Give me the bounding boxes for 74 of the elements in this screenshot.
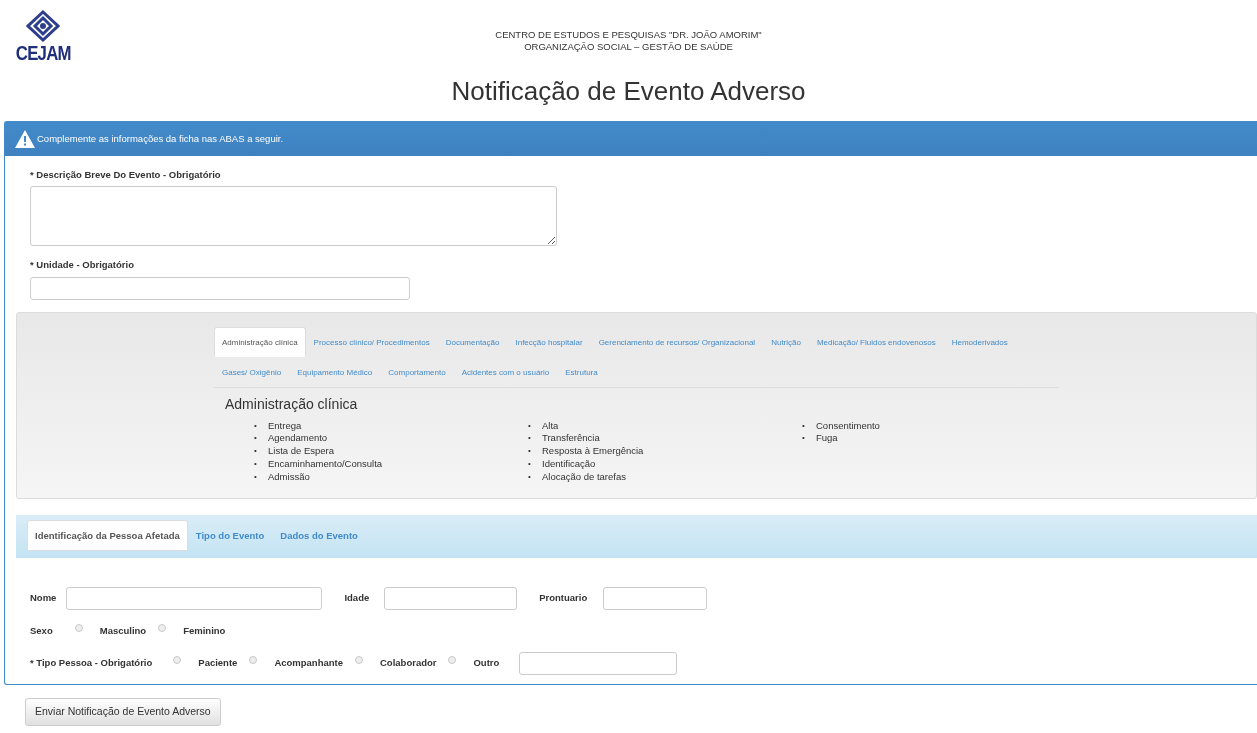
category-tab[interactable]: Nutrição (763, 326, 809, 357)
bullet: • (254, 419, 258, 432)
radio-button[interactable] (74, 623, 83, 632)
alert-message: Complemente as informações da ficha nas ABAS a seguir. (37, 131, 284, 146)
bullet: • (254, 470, 258, 483)
radio-button[interactable] (173, 656, 182, 665)
category-tab[interactable]: Medicação/ Fluidos endovenosos (808, 326, 944, 357)
category-tab[interactable]: Administração clínica (214, 326, 306, 357)
category-tab[interactable]: Hemoderivados (943, 326, 1016, 357)
logo-text: CEJAM (15, 42, 71, 63)
organization-name: CENTRO DE ESTUDOS E PESQUISAS "DR. JOÃO AMORIM" (495, 29, 762, 41)
option-label: Acompanhante (274, 656, 343, 671)
bullet: • (528, 419, 532, 432)
radio-button[interactable] (249, 656, 258, 665)
option-label: Feminino (183, 623, 226, 638)
panel-title: Administração clínica (225, 395, 358, 412)
list-item: Identificação (542, 457, 596, 471)
bullet: • (528, 470, 532, 483)
section-tab[interactable]: Dados do Evento (272, 519, 366, 551)
option-label: Colaborador (380, 656, 437, 671)
radio-button[interactable] (448, 656, 457, 665)
option-label: Outro (473, 656, 500, 671)
bullet: • (254, 432, 258, 445)
section-tab[interactable]: Identificação da Pessoa Afetada (27, 519, 188, 551)
category-tab[interactable]: Equipamento Médico (289, 356, 381, 387)
section-tab[interactable]: Tipo do Evento (187, 519, 273, 551)
list-item: Alta (542, 419, 559, 433)
field-label: Prontuario (539, 590, 588, 605)
list-item: Resposta à Emergência (542, 445, 644, 458)
list-item: Consentimento (816, 419, 880, 433)
category-tab[interactable]: Gases/ Oxigênio (214, 356, 290, 387)
category-tab[interactable]: Comportamento (380, 356, 454, 387)
category-tab[interactable]: Acidentes com o usuário (453, 356, 558, 387)
category-tab[interactable]: Infecção hospitalar (507, 326, 591, 357)
input-field[interactable] (30, 276, 410, 300)
bullet: • (528, 445, 532, 458)
list-item: Encaminhamento/Consulta (268, 457, 383, 471)
bullet: • (802, 432, 806, 445)
bullet: • (802, 419, 806, 432)
bullet: • (254, 457, 258, 470)
category-tab[interactable]: Processo clínico/ Procedimentos (305, 326, 438, 357)
option-label: Paciente (198, 656, 238, 671)
text-area[interactable] (30, 186, 557, 247)
list-item: Agendamento (268, 432, 328, 446)
input-field[interactable] (384, 586, 518, 610)
page-title: Notificação de Evento Adverso (451, 76, 806, 106)
bullet: • (254, 445, 258, 458)
input-field[interactable] (603, 586, 708, 610)
logo-icon (26, 10, 60, 42)
list-item: Transferência (542, 432, 600, 446)
input-field[interactable] (519, 651, 678, 675)
list-item: Admissão (268, 470, 310, 484)
list-item: Fuga (816, 432, 838, 446)
field-label: * Descrição Breve Do Evento - Obrigatório (30, 169, 221, 180)
category-tab[interactable]: Estrutura (557, 356, 606, 387)
radio-button[interactable] (355, 656, 363, 665)
option-label: Masculino (99, 623, 147, 638)
field-label: Nome (30, 590, 57, 605)
organization-name: ORGANIZAÇÃO SOCIAL – GESTÃO DE SAÚDE (524, 41, 733, 53)
list-item: Lista de Espera (268, 445, 334, 458)
field-label: * Unidade - Obrigatório (30, 259, 134, 271)
field-label: Idade (344, 590, 370, 605)
category-tab[interactable]: Gerenciamento de recursos/ Organizacional (590, 326, 764, 357)
category-tab[interactable]: Documentação (437, 326, 508, 357)
field-label: Sexo (30, 623, 53, 638)
submit-button[interactable]: Enviar Notificação de Evento Adverso (25, 698, 221, 726)
warning-icon (15, 130, 35, 148)
bullet: • (528, 432, 532, 445)
bullet: • (528, 457, 532, 470)
list-item: Alocação de tarefas (542, 470, 626, 484)
field-label: * Tipo Pessoa - Obrigatório (30, 656, 153, 671)
input-field[interactable] (66, 586, 323, 610)
radio-button[interactable] (158, 623, 167, 632)
list-item: Entrega (268, 419, 302, 433)
